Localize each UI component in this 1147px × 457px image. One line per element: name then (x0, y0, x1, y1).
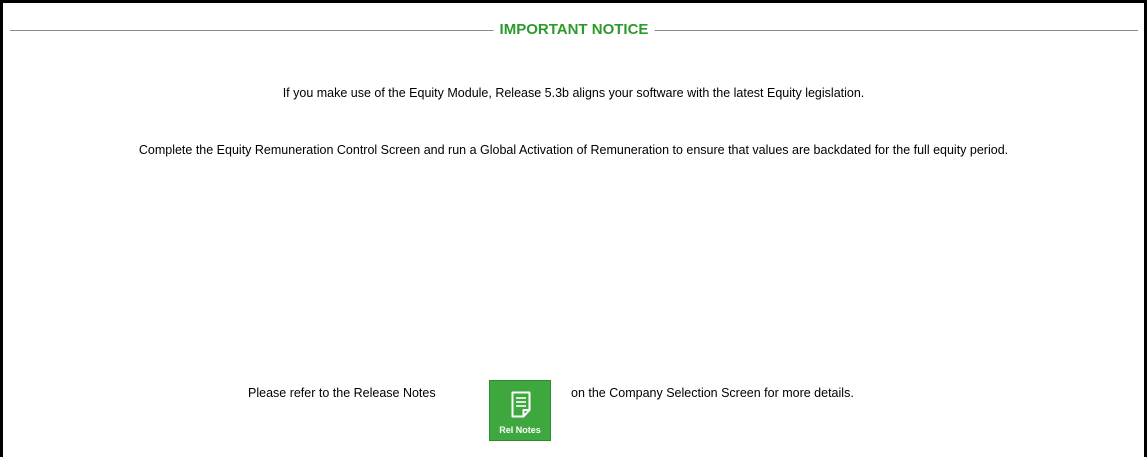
notice-title: IMPORTANT NOTICE (493, 18, 655, 42)
notice-window: IMPORTANT NOTICE If you make use of the … (0, 0, 1147, 457)
rel-notes-button[interactable]: Rel Notes (489, 380, 551, 441)
document-icon (511, 391, 531, 418)
notice-paragraph-equity-module: If you make use of the Equity Module, Re… (282, 86, 865, 100)
footer-text-company-selection: on the Company Selection Screen for more… (571, 386, 854, 400)
footer-text-release-notes: Please refer to the Release Notes (248, 386, 436, 400)
rel-notes-button-label: Rel Notes (499, 425, 541, 435)
notice-header: IMPORTANT NOTICE (10, 17, 1138, 43)
notice-paragraph-remuneration: Complete the Equity Remuneration Control… (138, 143, 1009, 157)
